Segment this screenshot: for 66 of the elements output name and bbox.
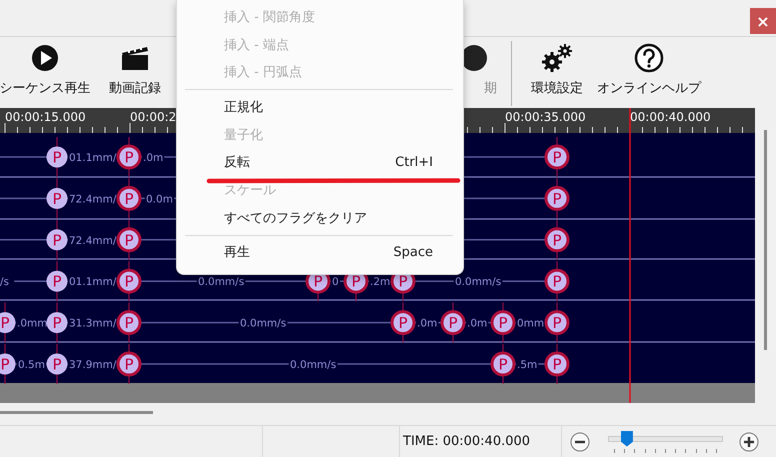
speed-label: 72.4mm/ xyxy=(69,193,116,206)
keyframe-marker[interactable]: P xyxy=(0,354,16,374)
keyframe-marker[interactable]: P xyxy=(544,268,570,294)
toolbar-button[interactable]: 環境設定 xyxy=(524,37,590,108)
play-icon xyxy=(30,43,60,73)
speed-label: .0m xyxy=(417,318,438,330)
speed-label: /s xyxy=(0,276,10,288)
keyframe-marker[interactable]: P xyxy=(0,312,16,334)
speed-label: 37.9mm/ xyxy=(69,359,116,371)
time-label: 00:00:15.000 xyxy=(5,110,86,124)
toolbar-button[interactable]: 動画記録 xyxy=(100,37,170,108)
close-button[interactable]: × xyxy=(750,8,776,34)
zoom-slider[interactable] xyxy=(608,430,723,452)
keyframe-marker[interactable]: P xyxy=(46,354,68,374)
time-label: 00:00:40.000 xyxy=(630,110,711,124)
speed-label: .5m xyxy=(517,359,538,371)
speed-label: .0m xyxy=(143,152,164,164)
zoom-out-icon[interactable] xyxy=(570,432,590,452)
keyframe-marker[interactable]: P xyxy=(46,188,68,209)
scrollbar-thumb[interactable] xyxy=(0,411,153,414)
speed-label: 0 xyxy=(332,276,339,288)
speed-label: 0mm xyxy=(517,318,544,330)
speed-label: .0mm xyxy=(17,318,48,330)
keyframe-marker[interactable]: P xyxy=(440,310,466,336)
speed-label: .2m xyxy=(370,276,390,288)
speed-label: 31.3mm/ xyxy=(69,318,116,330)
keyframe-marker[interactable]: P xyxy=(490,310,516,336)
help-icon xyxy=(634,43,664,73)
keyframe-marker[interactable]: P xyxy=(544,144,570,170)
keyframe-marker[interactable]: P xyxy=(544,310,570,336)
time-label: 00:00:2 xyxy=(130,110,176,124)
keyframe-marker[interactable]: P xyxy=(46,270,68,292)
speed-label: 0.0mm/s xyxy=(455,276,502,288)
keyframe-marker[interactable]: P xyxy=(46,312,68,334)
speed-label: .0m xyxy=(467,318,488,330)
zoom-in-icon[interactable] xyxy=(739,432,759,452)
speed-label: 72.4mm/ xyxy=(69,234,116,247)
keyframe-marker[interactable]: P xyxy=(116,227,142,252)
speed-label: 0.0mm/s xyxy=(198,276,244,288)
keyframe-marker[interactable]: P xyxy=(116,310,142,336)
keyframe-marker[interactable]: P xyxy=(544,186,570,211)
scrollbar-thumb[interactable] xyxy=(764,130,767,350)
keyframe-marker[interactable]: P xyxy=(46,146,68,168)
keyframe-marker[interactable]: P xyxy=(544,227,570,252)
gears-icon xyxy=(540,43,574,73)
toolbar-button[interactable]: シーケンス再生 xyxy=(0,37,90,108)
playhead-line[interactable] xyxy=(629,108,631,403)
keyframe-marker[interactable]: P xyxy=(390,310,416,336)
speed-label: 0.0mm/s xyxy=(290,359,336,371)
keyframe-marker[interactable]: P xyxy=(490,352,516,376)
keyframe-marker[interactable]: P xyxy=(116,186,142,211)
keyframe-marker[interactable]: P xyxy=(116,352,142,376)
menu-item[interactable]: すべてのフラグをクリア xyxy=(177,204,463,232)
speed-label: 0.0mm/s xyxy=(240,318,286,330)
speed-label: 01.1mm/ xyxy=(69,276,116,288)
menu-item[interactable]: 再生 Space xyxy=(177,238,463,266)
speed-label: 0.5m xyxy=(18,359,45,371)
time-readout: TIME: 00:00:40.000 xyxy=(403,434,530,449)
keyframe-marker[interactable]: P xyxy=(46,229,68,250)
time-label: 00:00:35.000 xyxy=(505,110,586,124)
speed-label: 0.0m xyxy=(146,193,173,206)
speed-label: 01.1mm/ xyxy=(69,152,116,164)
keyframe-marker[interactable]: P xyxy=(116,268,142,294)
keyframe-marker[interactable]: P xyxy=(116,144,142,170)
keyframe-marker[interactable]: P xyxy=(544,352,570,376)
menu-item[interactable]: 反転 Ctrl+I xyxy=(177,148,463,176)
